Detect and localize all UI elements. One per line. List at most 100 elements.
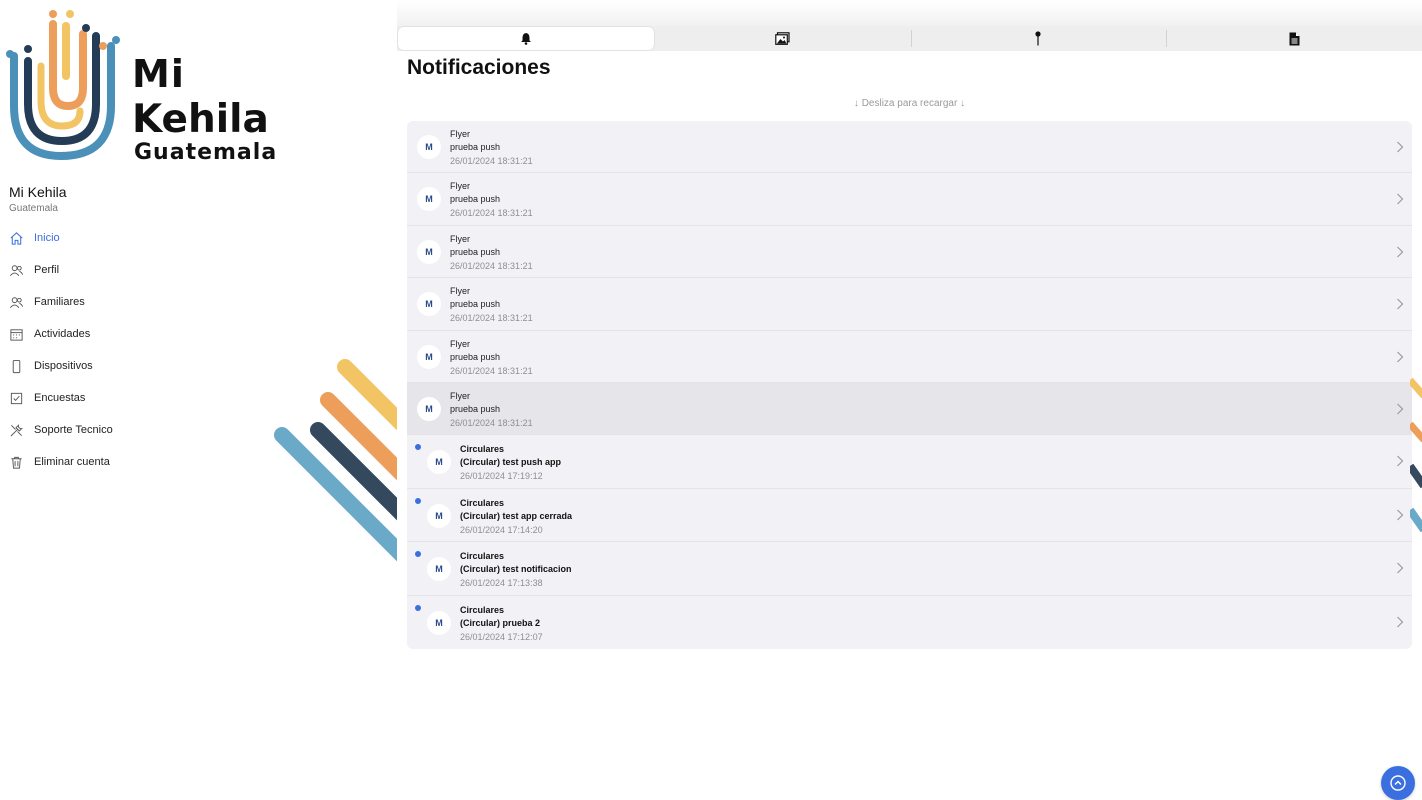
chevron-right-icon <box>1397 403 1404 415</box>
notification-message: prueba push <box>450 299 501 310</box>
sidebar-item-label: Perfil <box>34 264 60 276</box>
notification-category: Flyer <box>450 390 470 401</box>
notification-row[interactable]: M Flyer prueba push 26/01/2024 18:31:21 <box>407 382 1412 436</box>
notification-message: (Circular) test notificacion <box>460 564 572 575</box>
scroll-up-button[interactable] <box>1381 766 1415 800</box>
chevron-right-icon <box>1397 616 1404 628</box>
tab-documents[interactable] <box>1166 26 1422 51</box>
org-subtitle: Guatemala <box>9 203 58 214</box>
notification-row[interactable]: M Flyer prueba push 26/01/2024 18:31:21 <box>407 278 1412 331</box>
mk-logo-avatar-icon: M <box>427 610 451 635</box>
notification-message: (Circular) test push app <box>460 457 562 468</box>
mk-logo-avatar-icon: M <box>427 450 451 475</box>
notification-row[interactable]: M Flyer prueba push 26/01/2024 18:31:21 <box>407 226 1412 279</box>
sidebar-item-label: Eliminar cuenta <box>34 456 110 468</box>
sidebar-item-familiares[interactable]: Familiares <box>0 286 260 318</box>
chevron-right-icon <box>1397 562 1404 574</box>
app-window: Mi Kehila Guatemala Mi Kehila Guatemala … <box>0 0 1422 800</box>
sidebar-item-label: Encuestas <box>34 392 86 404</box>
notification-message: prueba push <box>450 246 501 257</box>
sidebar-item-inicio[interactable]: Inicio <box>0 222 260 254</box>
decorative-stripes-right <box>1410 378 1422 533</box>
notification-timestamp: 26/01/2024 18:31:21 <box>450 313 533 324</box>
notification-category: Circulares <box>460 444 505 455</box>
notification-category: Circulares <box>460 497 505 508</box>
sidebar-item-label: Dispositivos <box>34 360 93 372</box>
notifications-list: M Flyer prueba push 26/01/2024 18:31:21 … <box>407 121 1412 649</box>
sidebar-item-eliminar-cuenta[interactable]: Eliminar cuenta <box>0 446 260 478</box>
mk-logo-avatar-icon: M <box>417 292 441 317</box>
sidebar-item-label: Inicio <box>34 232 60 244</box>
sidebar-item-perfil[interactable]: Perfil <box>0 254 260 286</box>
users-icon <box>9 295 24 310</box>
document-icon <box>1289 32 1300 45</box>
logo-text-guatemala: Guatemala <box>134 140 278 165</box>
notification-timestamp: 26/01/2024 17:12:07 <box>460 631 543 642</box>
tab-gallery[interactable] <box>655 26 911 51</box>
notification-message: prueba push <box>450 142 501 152</box>
notification-timestamp: 26/01/2024 18:31:21 <box>450 365 533 376</box>
notification-category: Flyer <box>450 233 470 244</box>
chevron-right-icon <box>1397 246 1404 258</box>
notification-message: (Circular) prueba 2 <box>460 617 541 628</box>
chevron-right-icon <box>1397 351 1404 362</box>
sidebar-item-actividades[interactable]: Actividades <box>0 318 260 350</box>
sidebar-item-soporte-tecnico[interactable]: Soporte Tecnico <box>0 414 260 446</box>
notification-timestamp: 26/01/2024 17:19:12 <box>460 471 543 482</box>
unread-dot <box>415 444 421 451</box>
notification-row[interactable]: M Flyer prueba push 26/01/2024 18:31:21 <box>407 173 1412 226</box>
notification-row[interactable]: M Flyer prueba push 26/01/2024 18:31:21 <box>407 121 1412 174</box>
notification-row[interactable]: M Circulares (Circular) test app cerrada… <box>407 489 1412 543</box>
gallery-icon <box>775 32 790 45</box>
sidebar-item-encuestas[interactable]: Encuestas <box>0 382 260 414</box>
notification-message: (Circular) test app cerrada <box>460 510 573 521</box>
notification-row[interactable]: M Circulares (Circular) test notificacio… <box>407 542 1412 596</box>
mk-logo-avatar-icon: M <box>417 239 441 264</box>
pull-to-refresh-hint: ↓ Desliza para recargar ↓ <box>853 98 966 109</box>
mk-logo-avatar-icon: M <box>427 557 451 582</box>
notification-timestamp: 26/01/2024 17:13:38 <box>460 578 543 589</box>
chevron-up-icon <box>1390 775 1406 791</box>
bell-icon <box>520 33 531 45</box>
chevron-right-icon <box>1397 141 1404 153</box>
mk-logo-avatar-icon: M <box>417 344 441 369</box>
chevron-right-icon <box>1397 455 1404 467</box>
logo-text-kehila: Kehila <box>132 97 269 142</box>
decorative-stripes <box>274 359 397 562</box>
notification-category: Flyer <box>450 338 470 349</box>
pin-icon <box>1035 31 1041 46</box>
notification-timestamp: 26/01/2024 17:14:20 <box>460 524 543 535</box>
notification-category: Circulares <box>460 551 505 562</box>
page-title: Notificaciones <box>407 56 551 79</box>
notification-row[interactable]: M Circulares (Circular) test push app 26… <box>407 435 1412 489</box>
unread-dot <box>415 604 421 611</box>
user-icon <box>9 263 24 278</box>
logo-text-mi: Mi <box>132 52 185 96</box>
chevron-right-icon <box>1397 298 1404 310</box>
tab-location[interactable] <box>910 26 1167 51</box>
notification-row[interactable]: M Flyer prueba push 26/01/2024 18:31:21 <box>407 331 1412 383</box>
notification-timestamp: 26/01/2024 18:31:21 <box>450 260 533 271</box>
mk-logo-avatar-icon: M <box>417 187 441 212</box>
notification-category: Flyer <box>450 129 470 139</box>
phone-icon <box>9 359 24 374</box>
mk-logo-avatar-icon: M <box>417 135 441 159</box>
mk-logo-avatar-icon: M <box>417 396 441 421</box>
segmented-tab-bar <box>397 26 1422 51</box>
sidebar-item-dispositivos[interactable]: Dispositivos <box>0 350 260 382</box>
mi-kehila-logo: Mi Kehila Guatemala <box>6 6 286 166</box>
sidebar: Mi Kehila Guatemala Mi Kehila Guatemala … <box>0 0 397 800</box>
trash-icon <box>9 455 24 470</box>
notification-category: Circulares <box>460 604 505 615</box>
top-bar <box>397 0 1422 26</box>
notification-message: prueba push <box>450 403 501 414</box>
chevron-right-icon <box>1397 193 1404 205</box>
notification-timestamp: 26/01/2024 18:31:21 <box>450 208 533 219</box>
calendar-icon <box>9 327 24 342</box>
sidebar-menu: Inicio Perfil Familiares Actividades Dis… <box>0 222 260 478</box>
notification-timestamp: 26/01/2024 18:31:21 <box>450 156 533 166</box>
notification-row[interactable]: M Circulares (Circular) prueba 2 26/01/2… <box>407 596 1412 649</box>
notification-category: Flyer <box>450 286 470 297</box>
tab-notifications[interactable] <box>398 27 654 50</box>
notification-message: prueba push <box>450 351 501 362</box>
